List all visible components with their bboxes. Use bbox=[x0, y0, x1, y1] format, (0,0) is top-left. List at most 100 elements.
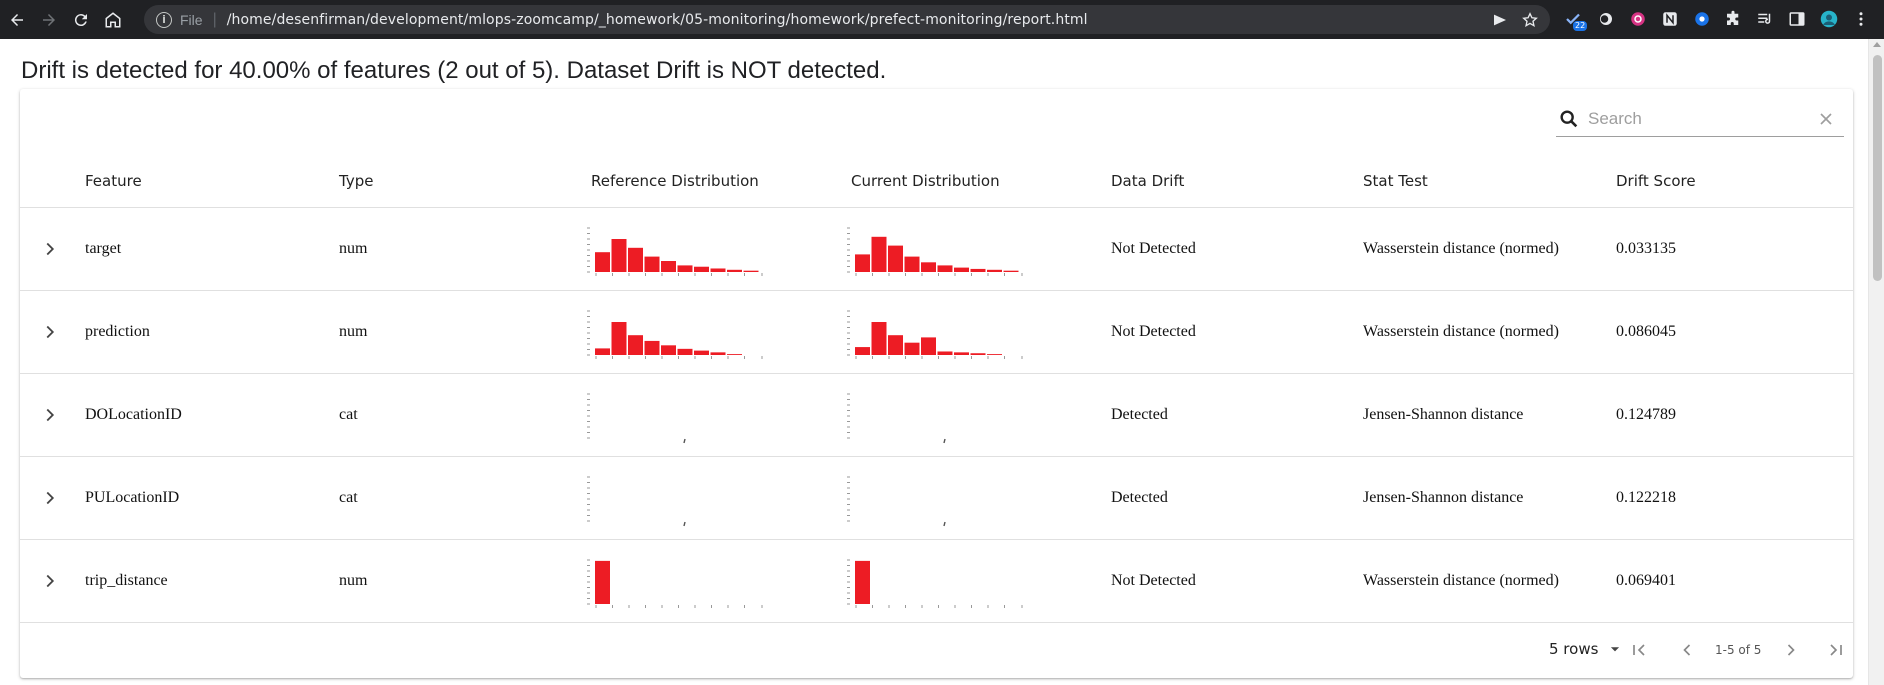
data-drift-cell: Not Detected bbox=[1111, 323, 1196, 340]
search-box[interactable] bbox=[1556, 101, 1844, 137]
forward-button[interactable] bbox=[34, 5, 64, 35]
rows-per-page-select[interactable]: 5 rows bbox=[1549, 640, 1622, 658]
bookmark-star-icon[interactable] bbox=[1522, 11, 1538, 28]
chevron-right-icon bbox=[46, 325, 55, 339]
histogram-bar bbox=[987, 354, 1002, 355]
histogram-bar bbox=[710, 352, 726, 355]
histogram-bar bbox=[888, 335, 903, 355]
current-distribution-histogram bbox=[847, 227, 1023, 276]
category-marker bbox=[683, 438, 686, 444]
scrollbar-thumb[interactable] bbox=[1873, 55, 1882, 281]
column-header-feature[interactable]: Feature bbox=[85, 172, 142, 190]
profile-avatar-icon[interactable] bbox=[1818, 8, 1840, 30]
histogram-bar bbox=[661, 261, 676, 272]
histogram-bar bbox=[871, 236, 887, 272]
histogram-bar bbox=[970, 353, 986, 355]
extension-circle-icon[interactable] bbox=[1595, 8, 1617, 30]
drift-score-cell: 0.086045 bbox=[1616, 323, 1676, 340]
histogram-bar bbox=[937, 265, 953, 272]
current-distribution-histogram bbox=[847, 393, 946, 444]
home-icon bbox=[105, 11, 121, 27]
first-page-button[interactable] bbox=[1628, 639, 1650, 661]
histogram-bar bbox=[611, 239, 627, 272]
category-marker bbox=[943, 438, 946, 444]
column-header-drift-score[interactable]: Drift Score bbox=[1616, 172, 1696, 190]
data-drift-cell: Not Detected bbox=[1111, 240, 1196, 257]
back-arrow-icon bbox=[11, 13, 23, 26]
feature-name-cell: target bbox=[85, 240, 122, 257]
column-header-reference-distribution[interactable]: Reference Distribution bbox=[591, 172, 759, 190]
menu-kebab-icon[interactable] bbox=[1850, 8, 1872, 30]
table-row[interactable]: prediction num Not Detected Wasserstein … bbox=[20, 291, 1853, 374]
column-header-type[interactable]: Type bbox=[339, 172, 373, 190]
url-separator: | bbox=[212, 10, 217, 28]
table-row[interactable]: target num Not Detected Wasserstein dist… bbox=[20, 208, 1853, 291]
pagination-bar: 5 rows 1-5 of 5 bbox=[20, 624, 1853, 674]
reload-icon bbox=[74, 13, 87, 26]
stat-test-cell: Wasserstein distance (normed) bbox=[1363, 323, 1559, 340]
histogram-bar bbox=[595, 348, 610, 355]
reference-distribution-histogram bbox=[587, 227, 763, 276]
histogram-bar bbox=[987, 269, 1002, 272]
histogram-bar bbox=[677, 265, 693, 272]
current-distribution-histogram bbox=[847, 476, 946, 527]
page-scrollbar[interactable] bbox=[1868, 39, 1884, 685]
side-panel-icon[interactable] bbox=[1786, 8, 1808, 30]
chevron-right-icon bbox=[1787, 644, 1795, 656]
histogram-bar bbox=[661, 345, 676, 355]
extension-pink-icon[interactable] bbox=[1627, 8, 1649, 30]
stat-test-cell: Jensen-Shannon distance bbox=[1363, 489, 1524, 506]
media-queue-icon[interactable] bbox=[1754, 8, 1776, 30]
expand-row-button[interactable] bbox=[36, 567, 64, 595]
category-marker bbox=[943, 521, 946, 527]
url-text[interactable]: /home/desenfirman/development/mlops-zoom… bbox=[227, 12, 1088, 28]
send-icon[interactable] bbox=[1492, 12, 1508, 28]
histogram-bar bbox=[727, 269, 742, 272]
last-page-icon bbox=[1830, 644, 1842, 656]
extensions-puzzle-icon[interactable] bbox=[1722, 8, 1744, 30]
reference-distribution-cell bbox=[585, 303, 780, 365]
current-distribution-histogram bbox=[847, 559, 1023, 608]
home-button[interactable] bbox=[98, 5, 128, 35]
reference-distribution-histogram bbox=[587, 393, 686, 444]
expand-row-button[interactable] bbox=[36, 484, 64, 512]
clear-search-icon[interactable] bbox=[1816, 109, 1836, 129]
current-distribution-cell bbox=[845, 469, 1040, 531]
table-row[interactable]: DOLocationID cat Detected Jensen-Shannon… bbox=[20, 374, 1853, 457]
expand-row-button[interactable] bbox=[36, 401, 64, 429]
histogram-bar bbox=[611, 322, 627, 355]
table-row[interactable]: PULocationID cat Detected Jensen-Shannon… bbox=[20, 457, 1853, 540]
feature-type-cell: cat bbox=[339, 489, 358, 506]
expand-row-button[interactable] bbox=[36, 235, 64, 263]
histogram-bar bbox=[677, 348, 693, 355]
drift-summary-heading: Drift is detected for 40.00% of features… bbox=[21, 57, 887, 84]
chevron-right-icon bbox=[46, 408, 55, 422]
drift-score-cell: 0.124789 bbox=[1616, 406, 1676, 423]
expand-row-button[interactable] bbox=[36, 318, 64, 346]
info-icon[interactable]: i bbox=[156, 11, 172, 28]
address-bar[interactable]: i File | /home/desenfirman/development/m… bbox=[144, 5, 1550, 34]
column-header-stat-test[interactable]: Stat Test bbox=[1363, 172, 1428, 190]
reload-button[interactable] bbox=[66, 5, 96, 35]
histogram-bar bbox=[743, 270, 759, 272]
back-button[interactable] bbox=[2, 5, 32, 35]
histogram-bar bbox=[628, 247, 643, 272]
notion-icon[interactable] bbox=[1659, 8, 1681, 30]
chevron-left-icon bbox=[1683, 644, 1691, 656]
search-icon bbox=[1560, 109, 1578, 127]
first-page-icon bbox=[1633, 644, 1645, 656]
histogram-bar bbox=[694, 266, 709, 272]
reference-distribution-cell bbox=[585, 220, 780, 282]
current-distribution-cell bbox=[845, 386, 1040, 448]
reference-distribution-histogram bbox=[587, 476, 686, 527]
column-header-current-distribution[interactable]: Current Distribution bbox=[851, 172, 1000, 190]
column-header-data-drift[interactable]: Data Drift bbox=[1111, 172, 1184, 190]
next-page-button[interactable] bbox=[1780, 639, 1802, 661]
last-page-button[interactable] bbox=[1825, 639, 1847, 661]
scroll-up-arrow-icon[interactable] bbox=[1873, 42, 1881, 47]
extension-blue-icon[interactable] bbox=[1691, 8, 1713, 30]
previous-page-button[interactable] bbox=[1676, 639, 1698, 661]
chevron-right-icon bbox=[46, 491, 55, 505]
table-row[interactable]: trip_distance num Not Detected Wasserste… bbox=[20, 540, 1853, 623]
search-input[interactable] bbox=[1588, 108, 1816, 129]
